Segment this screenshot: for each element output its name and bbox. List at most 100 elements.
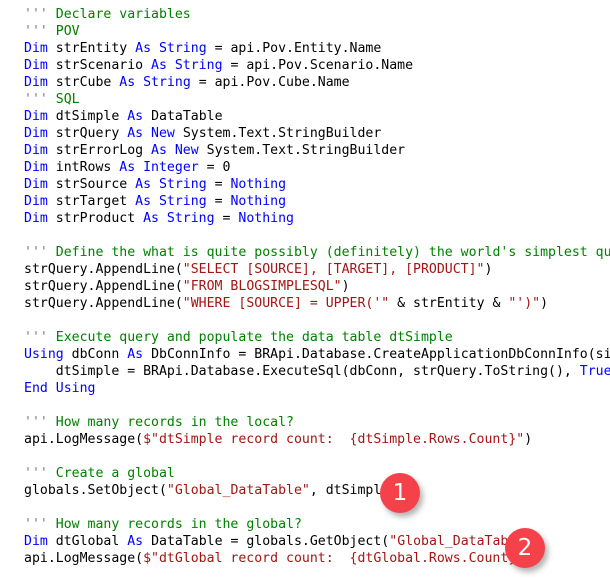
code-token-id: strQuery.AppendLine(: [24, 279, 183, 294]
code-token-cmq: ''': [24, 245, 56, 260]
code-token-kw: Dim: [24, 160, 48, 175]
code-token-kw: As Integer: [119, 160, 199, 175]
code-token-id: intRows: [47, 160, 120, 175]
code-token-id: = api.Pov.Entity.Name: [206, 41, 382, 56]
code-editor-pane[interactable]: ''' Declare variables ''' POV Dim strEntit…: [0, 0, 610, 580]
code-token-id: = 0: [198, 160, 231, 175]
code-token-kw: As String: [135, 194, 207, 209]
code-token-kw: As String: [151, 58, 223, 73]
code-line[interactable]: ''' Execute query and populate the data …: [24, 329, 610, 346]
code-line[interactable]: Dim strCube As String = api.Pov.Cube.Nam…: [24, 74, 610, 91]
code-line[interactable]: dtSimple = BRApi.Database.ExecuteSql(dbC…: [24, 363, 610, 380]
code-token-cm: Execute query and populate the data tabl…: [55, 330, 453, 345]
code-token-cm: Create a global: [55, 466, 175, 481]
code-token-id: =: [206, 194, 231, 209]
code-line[interactable]: Dim strScenario As String = api.Pov.Scen…: [24, 57, 610, 74]
code-token-kw: As String: [135, 41, 207, 56]
code-token-cmq: ''': [24, 7, 56, 22]
code-token-id: dtSimple: [47, 109, 128, 124]
code-line[interactable]: api.LogMessage($"dtSimple record count: …: [24, 431, 610, 448]
code-token-kw: Dim: [24, 75, 48, 90]
code-line[interactable]: [24, 312, 610, 329]
code-line[interactable]: Dim strEntity As String = api.Pov.Entity…: [24, 40, 610, 57]
code-line[interactable]: [24, 499, 610, 516]
code-token-cm: Declare variables: [55, 7, 191, 22]
code-token-id: strQuery: [47, 126, 128, 141]
code-line[interactable]: ''' SQL: [24, 91, 610, 108]
code-token-kw: Dim: [24, 126, 48, 141]
code-token-id: ): [540, 296, 549, 311]
code-line[interactable]: Using dbConn As DbConnInfo = BRApi.Datab…: [24, 346, 610, 363]
code-line[interactable]: Dim dtSimple As DataTable: [24, 108, 610, 125]
code-line[interactable]: Dim strTarget As String = Nothing: [24, 193, 610, 210]
code-line[interactable]: ''' Declare variables: [24, 6, 610, 23]
code-line[interactable]: ''' How many records in the local?: [24, 414, 610, 431]
code-token-id: strCube: [47, 75, 120, 90]
code-line[interactable]: ''' Define the what is quite possibly (d…: [24, 244, 610, 261]
code-token-id: DataTable: [143, 109, 223, 124]
code-token-str: $"dtSimple record count: {dtSimple.Rows.…: [143, 432, 525, 447]
code-line[interactable]: End Using: [24, 380, 610, 397]
code-token-id: strSource: [47, 177, 136, 192]
code-token-kw: As New: [151, 143, 199, 158]
annotation-badge-1: 1: [380, 473, 420, 513]
code-token-kw: As: [127, 109, 144, 124]
code-token-cmq: ''': [24, 330, 56, 345]
code-token-cmq: ''': [24, 466, 56, 481]
code-line[interactable]: [24, 227, 610, 244]
code-token-id: = api.Pov.Cube.Name: [190, 75, 350, 90]
code-token-cm: Define the what is quite possibly (defin…: [55, 245, 610, 260]
code-token-kw: Dim: [24, 194, 48, 209]
code-token-str: "SELECT [SOURCE], [TARGET], [PRODUCT]": [182, 262, 485, 277]
code-line[interactable]: strQuery.AppendLine("SELECT [SOURCE], [T…: [24, 261, 610, 278]
code-token-id: ): [341, 279, 350, 294]
code-line[interactable]: ''' Create a global: [24, 465, 610, 482]
code-token-cmq: ''': [24, 517, 56, 532]
code-token-kw: As String: [119, 75, 191, 90]
code-line[interactable]: Dim strQuery As New System.Text.StringBu…: [24, 125, 610, 142]
code-token-cmq: ''': [24, 24, 56, 39]
code-token-kw: Using: [24, 347, 64, 362]
code-line[interactable]: strQuery.AppendLine("FROM BLOGSIMPLESQL"…: [24, 278, 610, 295]
code-token-kw: As String: [143, 211, 215, 226]
code-token-id: =: [206, 177, 231, 192]
code-token-id: ): [524, 432, 533, 447]
code-token-id: System.Text.StringBuilder: [174, 126, 382, 141]
code-token-id: strQuery.AppendLine(: [24, 262, 183, 277]
code-line[interactable]: Dim strProduct As String = Nothing: [24, 210, 610, 227]
code-token-kw: End Using: [24, 381, 96, 396]
code-token-id: DataTable = globals.GetObject(: [143, 534, 390, 549]
code-token-id: DbConnInfo = BRApi.Database.CreateApplic…: [143, 347, 610, 362]
code-line[interactable]: [24, 397, 610, 414]
code-screenshot: ''' Declare variables ''' POV Dim strEntit…: [0, 0, 610, 580]
code-token-id: =: [214, 211, 239, 226]
code-line[interactable]: Dim strSource As String = Nothing: [24, 176, 610, 193]
code-token-kw: As: [127, 534, 144, 549]
code-token-id: strQuery.AppendLine(: [24, 296, 183, 311]
code-token-id: api.LogMessage(: [24, 551, 144, 566]
code-token-kw: Nothing: [238, 211, 294, 226]
code-token-id: & strEntity &: [389, 296, 509, 311]
code-token-str: "WHERE [SOURCE] = UPPER('": [182, 296, 390, 311]
code-token-kw: Nothing: [230, 177, 287, 192]
code-token-kw: Dim: [24, 41, 48, 56]
code-token-id: dtGlobal: [47, 534, 128, 549]
code-token-id: ): [484, 262, 493, 277]
code-token-id: dtSimple = BRApi.Database.ExecuteSql(dbC…: [55, 364, 580, 379]
code-line[interactable]: ''' POV: [24, 23, 610, 40]
code-line[interactable]: [24, 448, 610, 465]
code-line[interactable]: globals.SetObject("Global_DataTable", dt…: [24, 482, 610, 499]
annotation-badge-2: 2: [505, 528, 545, 568]
code-line[interactable]: Dim intRows As Integer = 0: [24, 159, 610, 176]
code-line[interactable]: strQuery.AppendLine("WHERE [SOURCE] = UP…: [24, 295, 610, 312]
code-line[interactable]: Dim strErrorLog As New System.Text.Strin…: [24, 142, 610, 159]
code-token-kw: Dim: [24, 211, 48, 226]
code-token-id: System.Text.StringBuilder: [198, 143, 406, 158]
code-token-kw: Dim: [24, 58, 48, 73]
code-token-id: api.LogMessage(: [24, 432, 144, 447]
code-token-id: strTarget: [47, 194, 136, 209]
code-token-cm: How many records in the global?: [55, 517, 302, 532]
code-token-kw: Dim: [24, 534, 48, 549]
code-token-kw: As String: [135, 177, 207, 192]
